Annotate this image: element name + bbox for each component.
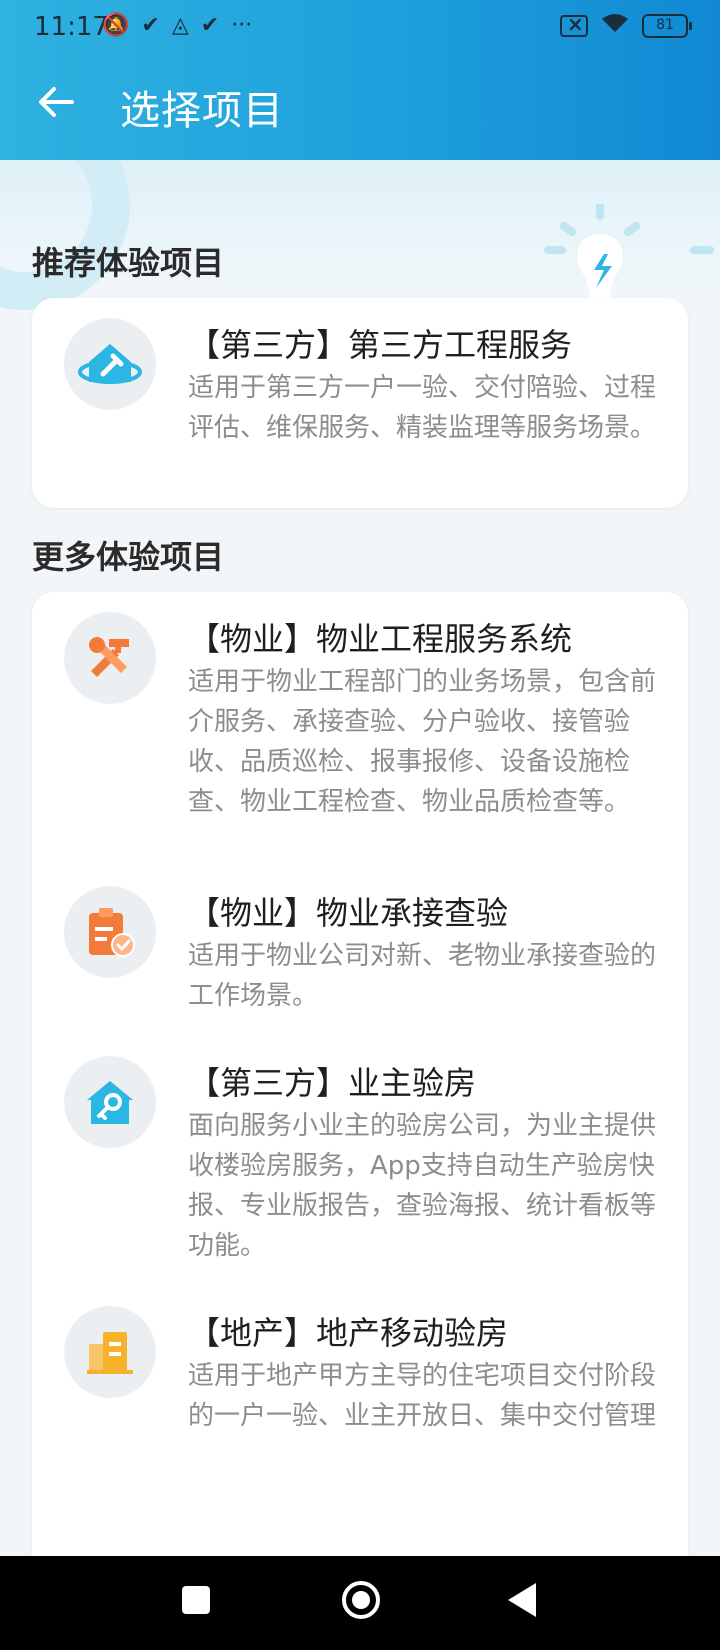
page-title: 选择项目 [120, 88, 284, 134]
tools-icon [64, 612, 156, 704]
project-description: 面向服务小业主的验房公司，为业主提供收楼验房服务，App支持自动生产验房快报、专… [188, 1111, 657, 1261]
project-item[interactable]: 【物业】物业工程服务系统 适用于物业工程部门的业务场景，包含前介服务、承接查验、… [32, 592, 688, 872]
project-description: 适用于第三方一户一验、交付陪验、过程评估、维保服务、精装监理等服务场景。 [188, 373, 657, 443]
project-item[interactable]: 【地产】地产移动验房 适用于地产甲方主导的住宅项目交付阶段的一户一验、业主开放日… [32, 1302, 688, 1502]
status-notification-icons: 🔕 ✔ ◬ ✔ ··· [102, 12, 252, 40]
project-item[interactable]: 【物业】物业承接查验 适用于物业公司对新、老物业承接查验的工作场景。 [32, 882, 688, 1032]
battery-icon: 81 [642, 14, 692, 38]
decorative-ring [0, 160, 130, 310]
project-title: 【物业】物业承接查验 [188, 894, 509, 932]
project-item[interactable]: 【第三方】业主验房 面向服务小业主的验房公司，为业主提供收楼验房服务，App支持… [32, 1052, 688, 1282]
triangle-app-icon: ◬ [171, 13, 189, 38]
muted-bell-icon: 🔕 [102, 13, 130, 38]
project-title: 【第三方】第三方工程服务 [188, 326, 573, 364]
project-description: 适用于地产甲方主导的住宅项目交付阶段的一户一验、业主开放日、集中交付管理 [188, 1361, 657, 1431]
more-dots-icon: ··· [231, 13, 253, 38]
recommended-card: 【第三方】第三方工程服务 适用于第三方一户一验、交付陪验、过程评估、维保服务、精… [32, 298, 688, 508]
system-navigation-bar [0, 1556, 720, 1650]
more-projects-card: 【物业】物业工程服务系统 适用于物业工程部门的业务场景，包含前介服务、承接查验、… [32, 592, 688, 1572]
project-item[interactable]: 【第三方】第三方工程服务 适用于第三方一户一验、交付陪验、过程评估、维保服务、精… [32, 298, 688, 508]
project-title: 【第三方】业主验房 [188, 1064, 477, 1102]
house-hammer-icon [64, 318, 156, 410]
more-section-title: 更多体验项目 [32, 538, 225, 576]
back-arrow-icon[interactable] [36, 82, 76, 122]
house-key-icon [64, 1056, 156, 1148]
app-header: 11:17 🔕 ✔ ◬ ✔ ··· 81 选择项目 [0, 0, 720, 160]
project-title: 【地产】地产移动验房 [188, 1314, 509, 1352]
project-description: 适用于物业工程部门的业务场景，包含前介服务、承接查验、分户验收、接管验收、品质巡… [188, 667, 657, 817]
project-description: 适用于物业公司对新、老物业承接查验的工作场景。 [188, 941, 657, 1011]
status-system-icons: 81 [560, 12, 692, 40]
project-title: 【物业】物业工程服务系统 [188, 620, 573, 658]
nav-back-icon[interactable] [508, 1583, 536, 1617]
clipboard-check-icon [64, 886, 156, 978]
building-icon [64, 1306, 156, 1398]
recent-apps-icon[interactable] [182, 1586, 210, 1614]
check-icon: ✔ [200, 13, 220, 38]
battery-level: 81 [656, 17, 674, 33]
no-sim-icon [560, 12, 588, 37]
status-bar: 11:17 🔕 ✔ ◬ ✔ ··· 81 [0, 0, 720, 56]
wifi-icon [600, 12, 630, 40]
status-time: 11:17 [34, 12, 109, 42]
recommended-section-title: 推荐体验项目 [32, 244, 225, 282]
check-icon: ✔ [141, 13, 160, 38]
home-icon[interactable] [342, 1581, 380, 1619]
